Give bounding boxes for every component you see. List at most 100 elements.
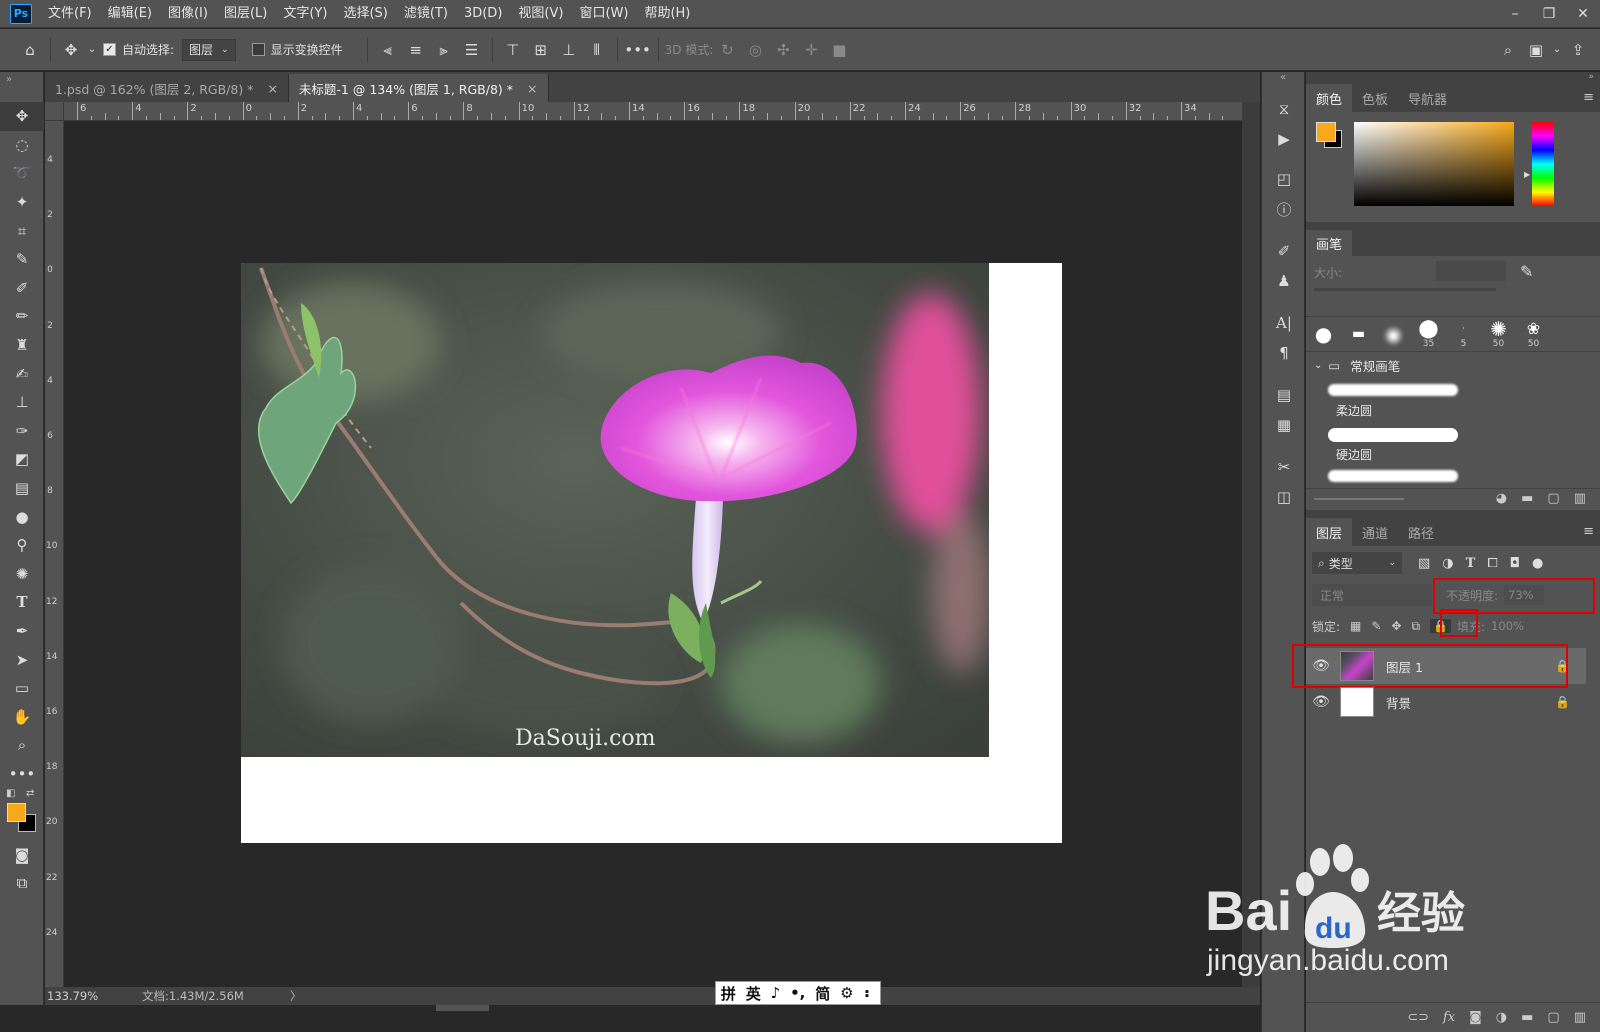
eye-icon[interactable]: 👁 [1306,694,1336,710]
type-tool-icon[interactable]: T [0,588,44,617]
brush-size-input[interactable] [1436,261,1506,281]
roll-3d-icon[interactable]: ◎ [741,36,769,64]
rectangle-tool-icon[interactable]: ▭ [0,674,44,703]
brush-tool-icon[interactable]: ✏ [0,302,44,331]
more-options-icon[interactable]: ••• [624,36,652,64]
brush-settings-icon[interactable]: ✐ [1262,236,1306,266]
brush-size-slider[interactable] [1314,288,1496,291]
default-colors-icon[interactable]: ◧ [6,788,15,799]
smart-object-filter-icon[interactable]: ◘ [1510,556,1520,571]
close-icon[interactable]: × [527,81,537,96]
distribute-v-icon[interactable]: ☰ [458,36,486,64]
clone-stamp-tool-icon[interactable]: ♜ [0,331,44,360]
menu-item-3[interactable]: 图层(L) [216,0,275,28]
home-icon[interactable]: ⌂ [16,36,44,64]
menu-item-1[interactable]: 编辑(E) [100,0,160,28]
ime-item-1[interactable]: 英 [746,983,761,1004]
sponge-tool-icon[interactable]: ✺ [0,560,44,589]
brush-edit-icon[interactable]: ✎ [1520,262,1533,281]
auto-select-checkbox[interactable]: ✓ [103,43,116,56]
properties-icon[interactable]: ▤ [1262,380,1306,410]
dodge-tool-icon[interactable]: ⚲ [0,531,44,560]
lasso-tool-icon[interactable]: ➰ [0,159,44,188]
swap-colors-icon[interactable]: ⇄ [26,788,34,799]
menu-item-0[interactable]: 文件(F) [40,0,100,28]
ruler-origin[interactable] [45,102,64,121]
panel-menu-icon[interactable]: ≡ [1583,90,1594,105]
tab-navigator[interactable]: 导航器 [1398,84,1457,112]
layer-filter-dropdown[interactable]: ⌕ 类型 ⌄ [1312,552,1402,574]
path-selection-tool-icon[interactable]: ➤ [0,645,44,674]
more-tools-icon[interactable]: ••• [0,760,44,789]
tab-color[interactable]: 颜色 [1306,84,1353,112]
new-brush-icon[interactable]: ▢ [1547,491,1559,506]
menu-item-6[interactable]: 滤镜(T) [396,0,456,28]
paragraph-panel-icon[interactable]: ¶ [1262,338,1306,368]
search-icon[interactable]: ⌕ [1494,36,1522,64]
horizontal-scroll-thumb[interactable] [436,1005,489,1011]
tab-channels[interactable]: 通道 [1352,518,1398,546]
auto-select-target-dropdown[interactable]: 图层 ⌄ [182,38,236,61]
folder-icon[interactable]: ▬ [1521,1010,1533,1025]
hue-slider[interactable] [1532,122,1554,206]
workspace-icon[interactable]: ▣ [1522,36,1550,64]
distribute-h-icon[interactable]: ⫴ [583,36,611,64]
doc-tab-1[interactable]: 1.psd @ 162% (图层 2, RGB/8) * × [45,74,289,102]
menu-item-9[interactable]: 窗口(W) [571,0,636,28]
lock-position-icon[interactable]: ✥ [1391,619,1401,633]
brush-visibility-icon[interactable]: ◕ [1496,491,1507,506]
collapse-icon[interactable]: » [0,72,43,102]
adjustment-filter-icon[interactable]: ◑ [1442,556,1453,571]
mask-icon[interactable]: ◙ [1469,1010,1482,1025]
align-left-icon[interactable]: ⫷ [374,36,402,64]
layer-row-background[interactable]: 👁 背景 🔒 [1306,684,1600,720]
chevron-down-icon[interactable]: ⌄ [1550,36,1564,64]
menu-item-8[interactable]: 视图(V) [510,0,571,28]
brush-preset-2[interactable]: ◉ [1376,316,1411,352]
color-field[interactable] [1354,122,1514,206]
slide-3d-icon[interactable]: ✛ [797,36,825,64]
menu-item-5[interactable]: 选择(S) [335,0,395,28]
move-tool-icon[interactable]: ✥ [57,36,85,64]
3d-panel-icon[interactable]: ◰ [1262,164,1306,194]
brush-preview-size-slider[interactable] [1314,498,1404,500]
align-right-icon[interactable]: ⫸ [430,36,458,64]
menu-item-7[interactable]: 3D(D) [456,0,510,28]
status-menu-arrow[interactable]: 〉 [290,988,302,1004]
brush-preset-6[interactable]: ❀ 50 [1516,316,1551,352]
healing-brush-tool-icon[interactable]: ✐ [0,274,44,303]
foreground-color-swatch[interactable] [1316,122,1336,142]
fill-input[interactable]: 100% [1491,619,1524,633]
folder-icon[interactable]: ▬ [1521,491,1533,506]
lock-artboard-icon[interactable]: ⧉ [1412,619,1421,634]
trash-icon[interactable]: ▥ [1574,491,1586,506]
brush-item[interactable] [1306,466,1600,488]
minimize-icon[interactable]: – [1498,0,1532,28]
doc-tab-2[interactable]: 未标题-1 @ 134% (图层 1, RGB/8) * × [288,74,549,102]
brush-soft-round[interactable]: 柔边圆 [1306,378,1600,422]
hand-tool-icon[interactable]: ✋ [0,702,44,731]
camera-3d-icon[interactable]: ■ [825,36,853,64]
magic-wand-tool-icon[interactable]: ✦ [0,188,44,217]
ime-item-6[interactable]: ⠆ [863,984,875,1002]
history-brush-tool-icon[interactable]: ✍ [0,359,44,388]
foreground-color-swatch[interactable] [7,803,26,823]
brush-hard-round[interactable]: 硬边圆 [1306,422,1600,466]
brush-preset-1[interactable]: ▬ [1341,316,1376,352]
ime-item-3[interactable]: •, [790,984,805,1002]
move-tool-icon[interactable]: ✥ [0,102,44,131]
libraries-icon[interactable]: ◫ [1262,482,1306,512]
tab-swatches[interactable]: 色板 [1352,84,1398,112]
brush-group[interactable]: ⌄ ▭ 常规画笔 [1306,352,1600,378]
brush-preset-0[interactable]: ● [1306,316,1341,352]
share-icon[interactable]: ⇪ [1564,36,1592,64]
align-center-h-icon[interactable]: ≡ [402,36,430,64]
mixer-brush-tool-icon[interactable]: ✑ [0,417,44,446]
close-icon[interactable]: × [267,81,277,96]
menu-item-2[interactable]: 图像(I) [160,0,216,28]
ime-item-5[interactable]: ⚙ [840,984,853,1002]
screen-mode-icon[interactable]: ⧉ [0,869,44,898]
tab-layers[interactable]: 图层 [1306,518,1353,546]
show-transform-checkbox[interactable] [251,43,265,56]
new-layer-icon[interactable]: ▢ [1547,1010,1559,1025]
